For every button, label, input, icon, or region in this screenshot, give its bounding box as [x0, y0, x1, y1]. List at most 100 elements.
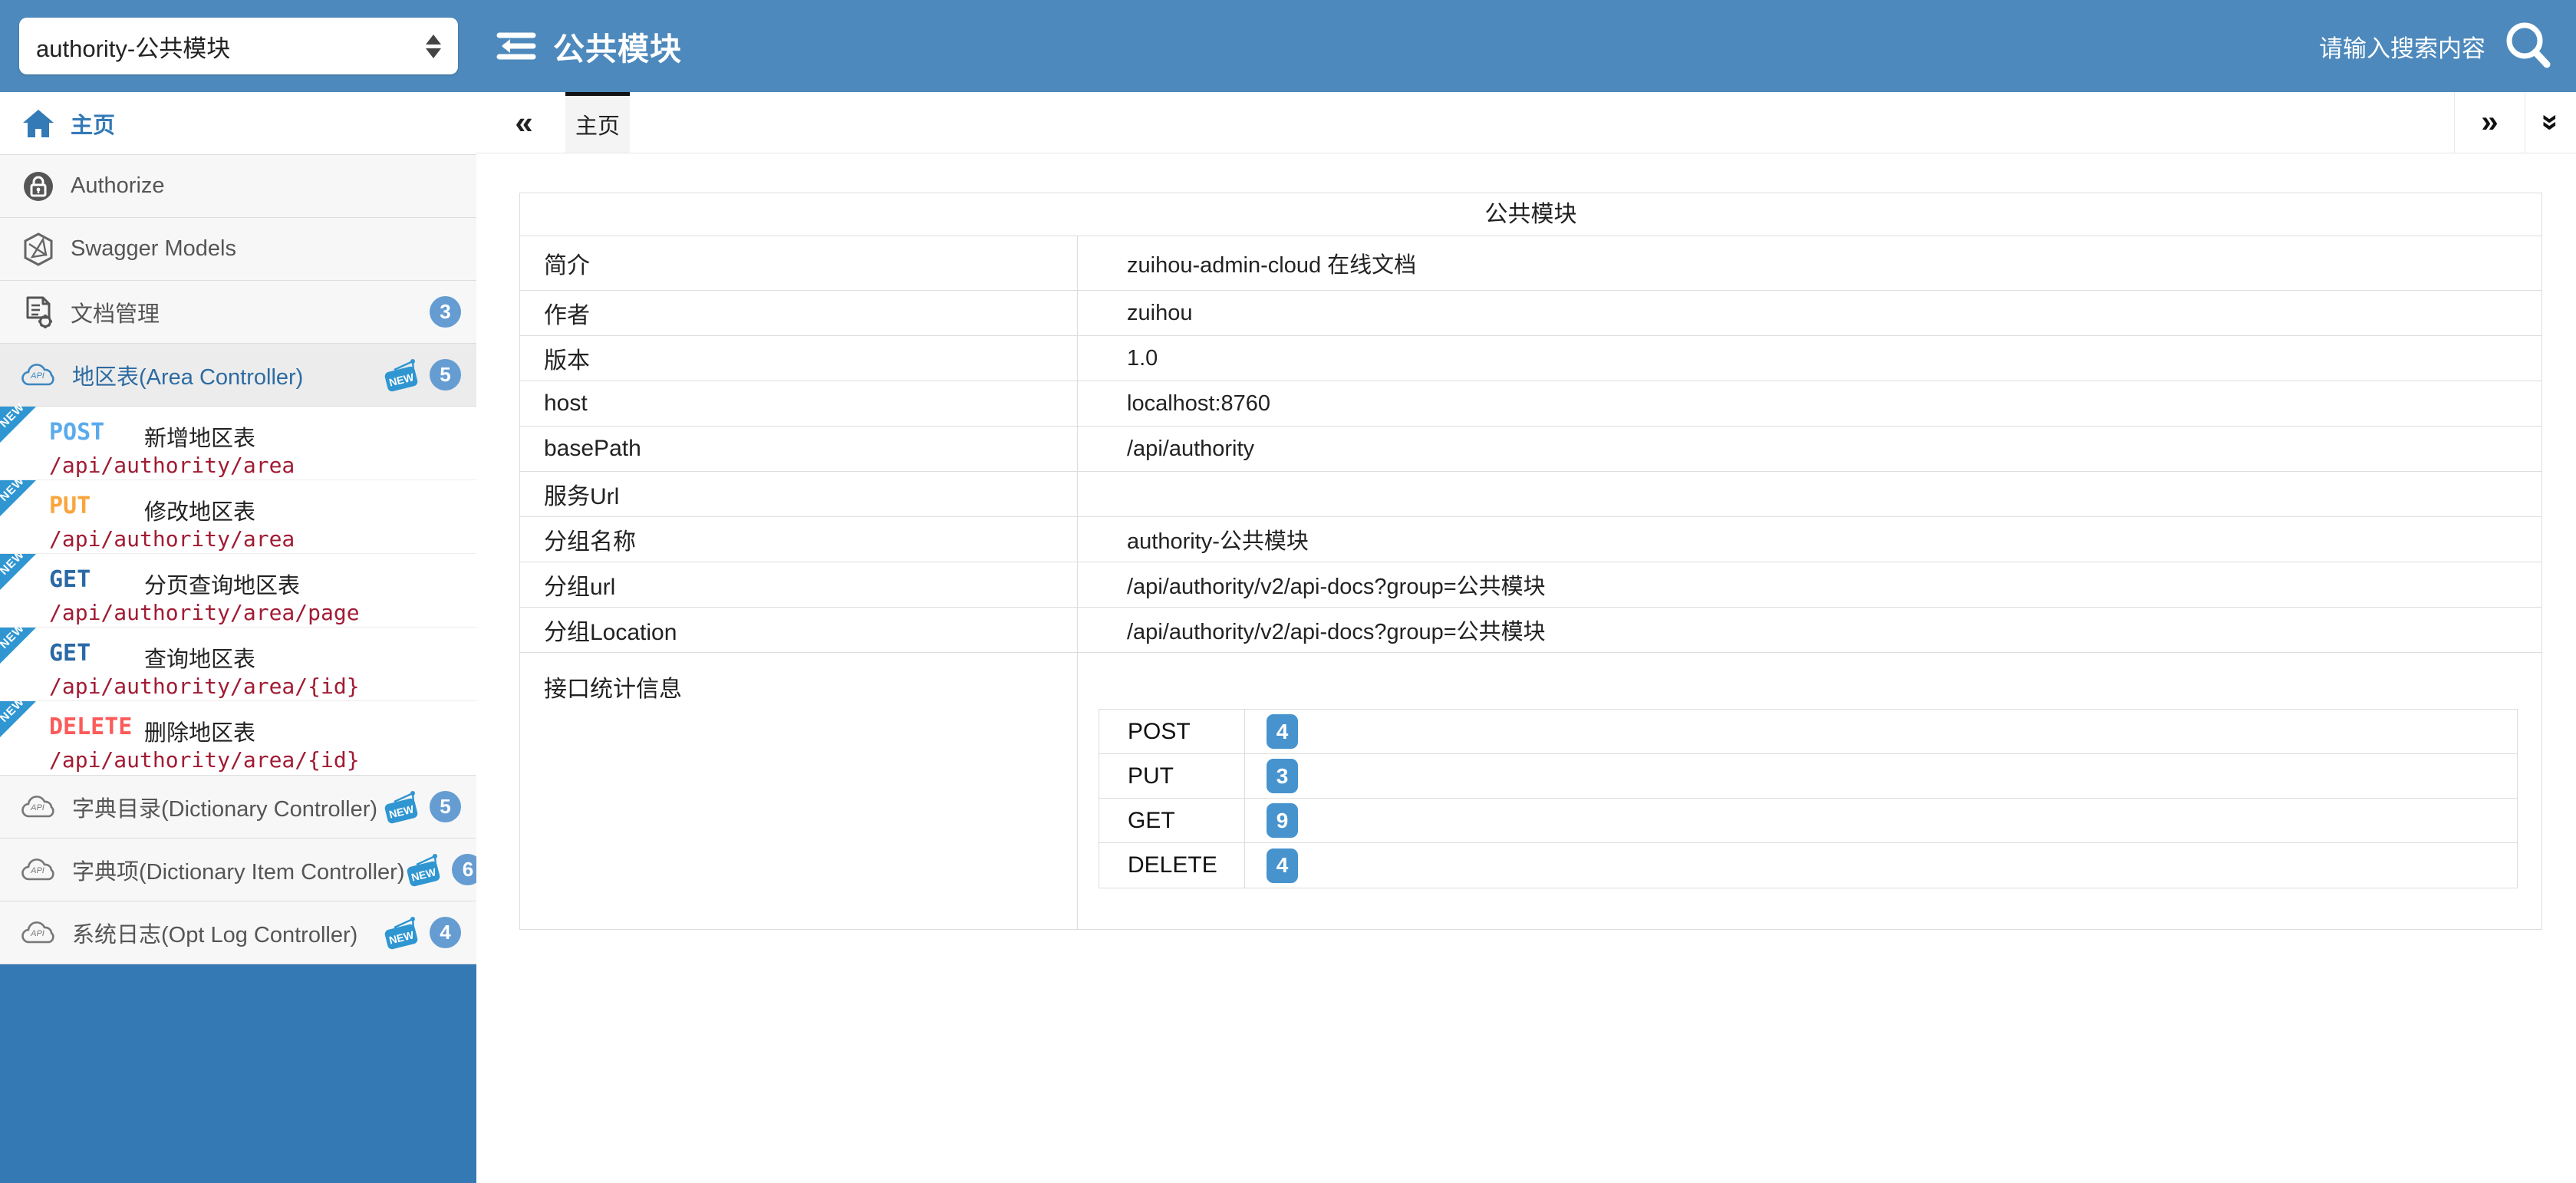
row-label: basePath: [520, 427, 1078, 471]
stats-row: GET 9: [1099, 799, 2517, 843]
row-value: zuihou: [1078, 291, 2541, 335]
row-label: 分组Location: [520, 608, 1078, 652]
method-label: DELETE: [49, 713, 132, 740]
operation-list: NEW POST 新增地区表 /api/authority/area NEW P…: [0, 407, 476, 776]
sidebar-item-label: 字典项(Dictionary Item Controller): [72, 854, 404, 886]
stats-count-badge: 4: [1267, 849, 1298, 883]
operation-path: /api/authority/area/{id}: [49, 674, 360, 699]
operation-path: /api/authority/area/{id}: [49, 747, 360, 773]
new-tag-icon: NEW: [382, 358, 420, 393]
select-stepper-icon: [426, 35, 441, 58]
operation-get-area-page[interactable]: NEW GET 分页查询地区表 /api/authority/area/page: [0, 554, 476, 628]
operation-title: 修改地区表: [144, 494, 255, 526]
sidebar-item-dictionary-item-controller[interactable]: API 字典项(Dictionary Item Controller) NEW …: [0, 839, 476, 901]
sidebar-item-opt-log-controller[interactable]: API 系统日志(Opt Log Controller) NEW 4: [0, 901, 476, 964]
row-value: /api/authority/v2/api-docs?group=公共模块: [1078, 608, 2541, 652]
main-content: « 主页 » » 公共模块 简介 zuihou-admin-cloud 在线文档…: [476, 92, 2576, 1183]
count-badge: 5: [430, 791, 461, 822]
search-input[interactable]: 请输入搜索内容: [2319, 0, 2485, 92]
table-row: 版本 1.0: [520, 336, 2541, 381]
stats-row: PUT 3: [1099, 754, 2517, 799]
table-row: 服务Url: [520, 472, 2541, 517]
table-row: 作者 zuihou: [520, 291, 2541, 336]
sidebar-item-label: Authorize: [71, 173, 165, 199]
operation-put-area[interactable]: NEW PUT 修改地区表 /api/authority/area: [0, 480, 476, 554]
row-label: 版本: [520, 336, 1078, 381]
new-ribbon-icon: NEW: [0, 480, 36, 516]
sidebar-item-authorize[interactable]: Authorize: [0, 155, 476, 218]
operation-title: 新增地区表: [144, 420, 255, 453]
stats-row: DELETE 4: [1099, 843, 2517, 888]
sidebar-item-swagger-models[interactable]: Swagger Models: [0, 218, 476, 281]
tab-home[interactable]: 主页: [565, 92, 630, 153]
sidebar-item-doc-manage[interactable]: 文档管理 3: [0, 281, 476, 344]
svg-text:API: API: [30, 803, 44, 812]
stats-count-badge: 3: [1267, 759, 1298, 793]
row-value: localhost:8760: [1078, 381, 2541, 426]
group-select-value: authority-公共模块: [36, 29, 426, 64]
row-value: /api/authority/v2/api-docs?group=公共模块: [1078, 562, 2541, 607]
sidebar-item-label: 文档管理: [71, 296, 160, 328]
stats-method: PUT: [1099, 754, 1245, 798]
sidebar-item-dictionary-controller[interactable]: API 字典目录(Dictionary Controller) NEW 5: [0, 776, 476, 839]
new-ribbon-icon: NEW: [0, 554, 36, 590]
method-label: GET: [49, 566, 91, 593]
row-label: 服务Url: [520, 472, 1078, 516]
svg-text:API: API: [30, 866, 44, 875]
app-logo: 公共模块: [495, 0, 682, 92]
document-gear-icon: [21, 295, 55, 330]
sidebar: 主页 Authorize Swagger Models: [0, 92, 476, 1183]
operation-delete-area-id[interactable]: NEW DELETE 删除地区表 /api/authority/area/{id…: [0, 701, 476, 775]
lock-icon: [21, 170, 55, 203]
row-label: 接口统计信息: [520, 653, 1078, 929]
new-tag-icon: NEW: [404, 852, 443, 888]
operation-get-area-id[interactable]: NEW GET 查询地区表 /api/authority/area/{id}: [0, 628, 476, 701]
row-label: host: [520, 381, 1078, 426]
row-value: /api/authority: [1078, 427, 2541, 471]
row-value: authority-公共模块: [1078, 517, 2541, 562]
search-button[interactable]: [2499, 17, 2558, 75]
new-tag-icon: NEW: [382, 789, 420, 825]
row-label: 作者: [520, 291, 1078, 335]
operation-path: /api/authority/area/page: [49, 600, 360, 625]
sidebar-item-label: 系统日志(Opt Log Controller): [72, 917, 357, 949]
top-header: authority-公共模块 公共模块 请输入搜索内容: [0, 0, 2576, 92]
stats-count-badge: 4: [1267, 714, 1298, 749]
cloud-api-icon: API: [21, 794, 57, 820]
count-badge: 6: [452, 854, 476, 885]
new-ribbon-icon: NEW: [0, 701, 36, 737]
module-info-table: 公共模块 简介 zuihou-admin-cloud 在线文档 作者 zuiho…: [519, 193, 2542, 930]
table-row: basePath /api/authority: [520, 427, 2541, 472]
table-row: 分组url /api/authority/v2/api-docs?group=公…: [520, 562, 2541, 608]
group-select[interactable]: authority-公共模块: [19, 18, 458, 74]
chevron-double-down-icon: »: [2534, 114, 2568, 130]
tab-menu-button[interactable]: »: [2525, 92, 2576, 153]
table-row-stats: 接口统计信息 POST 4 PUT 3 GET 9: [520, 653, 2541, 929]
operation-path: /api/authority/area: [49, 526, 295, 552]
count-badge: 3: [430, 296, 461, 328]
new-tag-icon: NEW: [382, 915, 420, 951]
cloud-api-icon: API: [21, 920, 57, 946]
operation-post-area[interactable]: NEW POST 新增地区表 /api/authority/area: [0, 407, 476, 480]
api-stats-table: POST 4 PUT 3 GET 9 DELETE 4: [1099, 709, 2518, 888]
new-ribbon-icon: NEW: [0, 628, 36, 664]
method-label: GET: [49, 640, 91, 667]
stats-count-badge: 9: [1267, 803, 1298, 838]
method-label: PUT: [49, 493, 91, 519]
sidebar-item-area-controller[interactable]: API 地区表(Area Controller) NEW 5: [0, 344, 476, 407]
sidebar-item-label: 字典目录(Dictionary Controller): [72, 791, 377, 823]
scroll-tabs-left-button[interactable]: «: [501, 107, 547, 139]
sidebar-item-home[interactable]: 主页: [0, 92, 476, 155]
table-row: host localhost:8760: [520, 381, 2541, 427]
scroll-tabs-right-button[interactable]: »: [2454, 92, 2525, 153]
svg-text:API: API: [30, 929, 44, 938]
search-placeholder: 请输入搜索内容: [2319, 29, 2485, 64]
chevron-double-left-icon: «: [515, 104, 532, 140]
stats-method: GET: [1099, 799, 1245, 842]
hexagon-models-icon: [21, 232, 55, 267]
cloud-api-icon: API: [21, 857, 57, 883]
row-value: zuihou-admin-cloud 在线文档: [1078, 236, 2541, 290]
stats-row: POST 4: [1099, 710, 2517, 754]
sidebar-item-label: 地区表(Area Controller): [72, 359, 303, 391]
operation-title: 分页查询地区表: [144, 568, 300, 600]
